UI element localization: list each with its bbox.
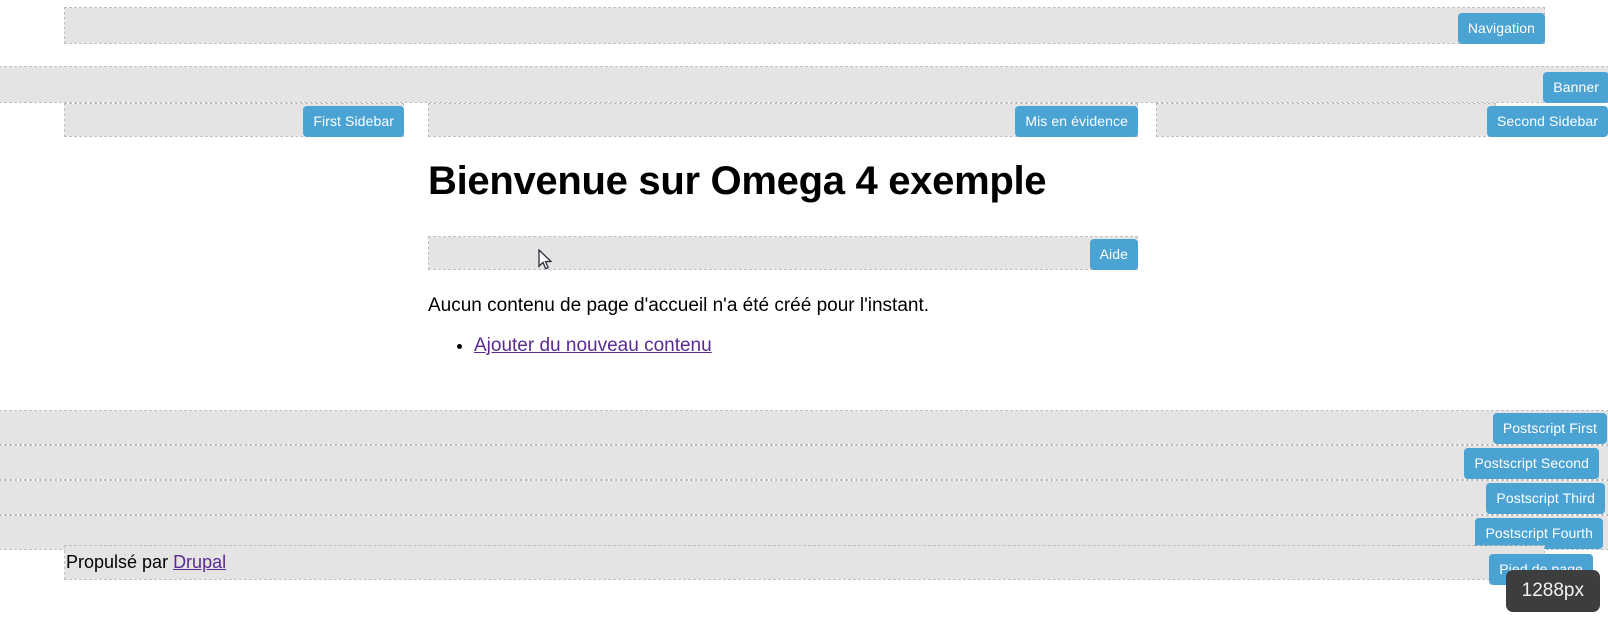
region-label-postscript-third[interactable]: Postscript Third — [1486, 483, 1605, 514]
region-footer: Pied de page — [64, 545, 1593, 585]
region-featured: Mis en évidence — [428, 103, 1138, 137]
page-title: Bienvenue sur Omega 4 exemple — [428, 159, 1047, 203]
region-navigation: Navigation — [64, 7, 1545, 44]
content-action-list: Ajouter du nouveau contenu — [428, 333, 712, 359]
region-label-help[interactable]: Aide — [1089, 239, 1138, 270]
footer-credit: Propulsé par Drupal — [66, 549, 226, 576]
add-new-content-link[interactable]: Ajouter du nouveau contenu — [474, 335, 712, 356]
region-label-sidebar-first[interactable]: First Sidebar — [303, 106, 404, 137]
page-root: Navigation Banner First Sidebar Mis en é… — [0, 0, 1608, 617]
region-sidebar-second: Second Sidebar — [1156, 103, 1608, 137]
region-label-featured[interactable]: Mis en évidence — [1015, 106, 1138, 137]
region-postscript-third: Postscript Third — [0, 480, 1608, 515]
region-label-postscript-second[interactable]: Postscript Second — [1464, 448, 1599, 479]
region-label-sidebar-second[interactable]: Second Sidebar — [1486, 106, 1608, 137]
region-banner: Banner — [0, 66, 1608, 103]
region-label-banner[interactable]: Banner — [1543, 72, 1608, 103]
region-help: Aide — [428, 236, 1138, 270]
region-postscript-first: Postscript First — [0, 410, 1608, 445]
drupal-link[interactable]: Drupal — [173, 552, 226, 572]
list-item: Ajouter du nouveau contenu — [474, 333, 712, 359]
region-postscript-second: Postscript Second — [0, 445, 1608, 480]
empty-content-message: Aucun contenu de page d'accueil n'a été … — [428, 295, 930, 316]
region-sidebar-first: First Sidebar — [64, 103, 404, 137]
footer-credit-prefix: Propulsé par — [66, 552, 174, 572]
region-label-postscript-first[interactable]: Postscript First — [1492, 413, 1607, 444]
viewport-width-indicator: 1288px — [1505, 570, 1600, 612]
region-label-navigation[interactable]: Navigation — [1457, 13, 1545, 44]
